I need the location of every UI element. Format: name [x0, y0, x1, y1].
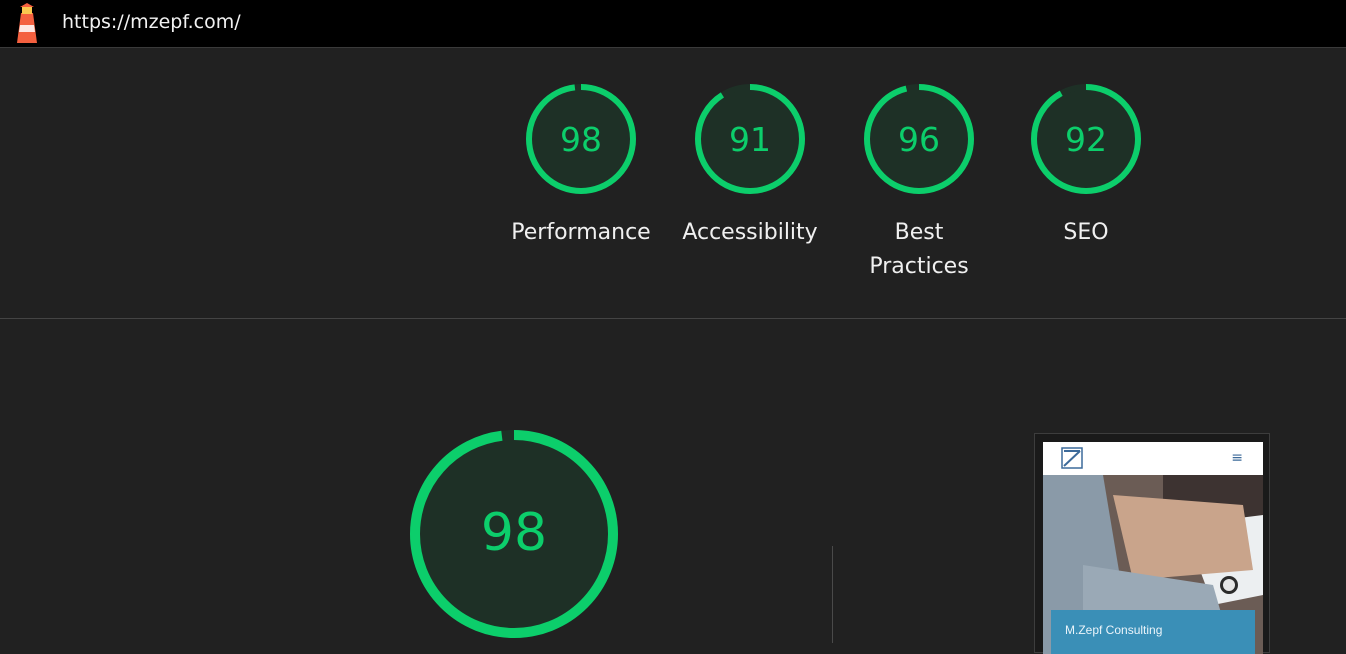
gauge-accessibility[interactable]: 91 Accessibility [665, 82, 835, 250]
hero-banner-text: M.Zepf Consulting [1065, 623, 1163, 637]
report-topbar: https://mzepf.com/ [0, 0, 1346, 48]
hamburger-menu-icon: ≡ [1231, 450, 1243, 466]
gauge-label-seo: SEO [1063, 220, 1109, 245]
gauge-performance[interactable]: 98 Performance [496, 82, 666, 250]
report-url[interactable]: https://mzepf.com/ [62, 11, 241, 33]
section-divider [0, 318, 1346, 319]
final-screenshot[interactable]: ≡ M.Zepf Consulting [1034, 433, 1270, 654]
performance-score-gauge: 98 [410, 430, 618, 638]
performance-score-value: 98 [481, 503, 547, 563]
site-logo-icon [1061, 447, 1083, 469]
vertical-separator [832, 546, 833, 643]
gauge-seo[interactable]: 92 SEO [1001, 82, 1171, 250]
score-value-performance: 98 [560, 120, 602, 159]
gauge-label-accessibility: Accessibility [682, 220, 818, 245]
gauge-label-best-practices: Best Practices [869, 220, 969, 279]
hero-banner: M.Zepf Consulting [1051, 610, 1255, 654]
site-header: ≡ [1043, 442, 1263, 475]
score-ring-best-practices: 96 [864, 84, 974, 194]
score-ring-accessibility: 91 [695, 84, 805, 194]
gauge-label-performance: Performance [511, 220, 651, 245]
gauge-best-practices[interactable]: 96 Best Practices [834, 82, 1004, 284]
lighthouse-icon[interactable] [12, 3, 42, 45]
score-value-seo: 92 [1065, 120, 1107, 159]
screenshot-viewport: ≡ M.Zepf Consulting [1043, 442, 1263, 654]
category-gauges: 98 Performance 91 Accessibility 96 Best … [0, 48, 1346, 318]
score-ring-performance: 98 [526, 84, 636, 194]
score-value-accessibility: 91 [729, 120, 771, 159]
score-ring-seo: 92 [1031, 84, 1141, 194]
score-value-best-practices: 96 [898, 120, 940, 159]
